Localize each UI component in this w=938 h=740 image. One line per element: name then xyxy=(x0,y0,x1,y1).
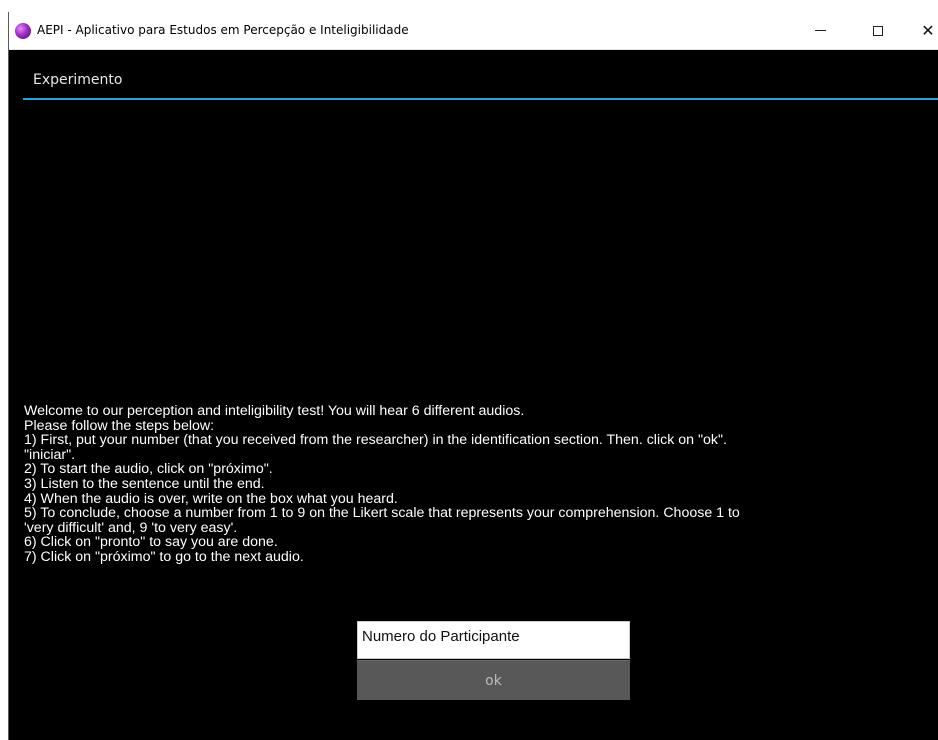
app-icon xyxy=(15,23,31,39)
instruction-line: Welcome to our perception and inteligibi… xyxy=(24,403,525,419)
instructions-text: Welcome to our perception and inteligibi… xyxy=(24,404,938,565)
window-title: AEPI - Aplicativo para Estudos em Percep… xyxy=(37,23,409,37)
instruction-line: 2) To start the audio, click on "próximo… xyxy=(24,461,273,478)
menu-item-experimento[interactable]: Experimento xyxy=(33,72,122,88)
close-button[interactable]: ✕ xyxy=(905,12,938,49)
minimize-button[interactable] xyxy=(797,12,843,49)
menu-bar: Experimento xyxy=(23,54,938,100)
instruction-line: 7) Click on "próximo" to go to the next … xyxy=(24,548,304,565)
minimize-icon xyxy=(814,30,826,31)
close-icon: ✕ xyxy=(921,20,935,40)
ok-button[interactable]: ok xyxy=(357,660,630,700)
instruction-line: 5) To conclude, choose a number from 1 t… xyxy=(24,505,740,522)
instruction-line: 1) First, put your number (that you rece… xyxy=(24,432,727,449)
app-window: AEPI - Aplicativo para Estudos em Percep… xyxy=(8,12,938,740)
instruction-line: 4) When the audio is over, write on the … xyxy=(24,490,398,507)
instruction-line: "iniciar". xyxy=(24,446,76,463)
maximize-icon xyxy=(873,25,883,36)
maximize-button[interactable] xyxy=(855,12,901,49)
instruction-line: 'very difficult' and, 9 'to very easy'. xyxy=(24,519,238,536)
instruction-line: 6) Click on "pronto" to say you are done… xyxy=(24,534,278,551)
instruction-line: Please follow the steps below: xyxy=(24,417,215,434)
participant-number-input[interactable]: Numero do Participante xyxy=(357,621,630,659)
title-bar[interactable]: AEPI - Aplicativo para Estudos em Percep… xyxy=(9,12,938,50)
instruction-line: 3) Listen to the sentence until the end. xyxy=(24,475,265,492)
